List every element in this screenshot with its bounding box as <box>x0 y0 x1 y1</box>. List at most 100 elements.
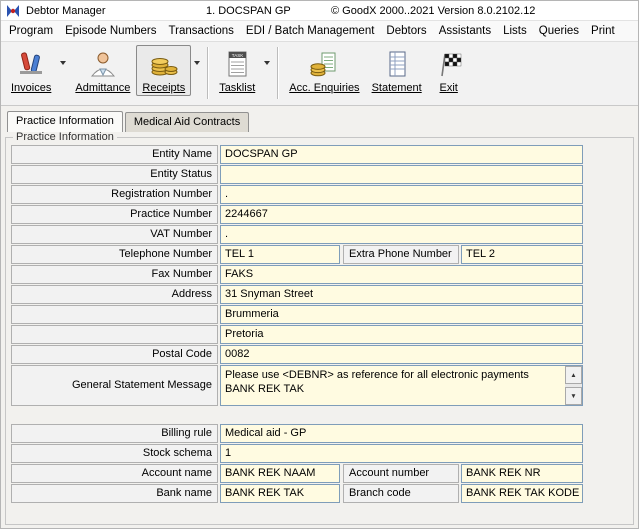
fax-number-label: Fax Number <box>11 265 218 284</box>
tasklist-button[interactable]: TASK Tasklist <box>213 45 261 96</box>
menu-edi-batch-management[interactable]: EDI / Batch Management <box>240 22 380 40</box>
bank-name-label: Bank name <box>11 484 218 503</box>
form-row: Bank name BANK REK TAK Branch code BANK … <box>11 484 633 503</box>
form-row: Registration Number . <box>11 185 633 204</box>
arrow-up-icon: ▲ <box>570 371 577 379</box>
acc-enquiries-button[interactable]: Acc. Enquiries <box>283 45 365 96</box>
invoices-icon <box>16 48 46 80</box>
registration-number-field[interactable]: . <box>220 185 583 204</box>
menu-program[interactable]: Program <box>3 22 59 40</box>
svg-text:TASK: TASK <box>232 53 243 58</box>
admittance-label: Admittance <box>75 82 131 94</box>
app-logo-icon <box>7 5 19 17</box>
entity-name-field[interactable]: DOCSPAN GP <box>220 145 583 164</box>
titlebar: Debtor Manager 1. DOCSPAN GP © GoodX 200… <box>1 1 638 21</box>
fax-number-field[interactable]: FAKS <box>220 265 583 284</box>
form-row: Billing rule Medical aid - GP <box>11 424 633 443</box>
practice-number-field[interactable]: 2244667 <box>220 205 583 224</box>
menu-print[interactable]: Print <box>585 22 621 40</box>
menu-episode-numbers[interactable]: Episode Numbers <box>59 22 162 40</box>
postal-code-field[interactable]: 0082 <box>220 345 583 364</box>
address-line2-field[interactable]: Brummeria <box>220 305 583 324</box>
tab-practice-information[interactable]: Practice Information <box>7 111 123 132</box>
address-label: Address <box>11 285 218 304</box>
account-name-field[interactable]: BANK REK NAAM <box>220 464 340 483</box>
admittance-button[interactable]: Admittance <box>69 45 136 96</box>
form-row: General Statement Message Please use <DE… <box>11 365 633 406</box>
billing-rule-field[interactable]: Medical aid - GP <box>220 424 583 443</box>
entity-name-label: Entity Name <box>11 145 218 164</box>
receipts-button[interactable]: Receipts <box>136 45 192 96</box>
form-row: Address 31 Snyman Street <box>11 285 633 304</box>
menubar: Program Episode Numbers Transactions EDI… <box>1 21 638 42</box>
form-row: Postal Code 0082 <box>11 345 633 364</box>
address-line1-field[interactable]: 31 Snyman Street <box>220 285 583 304</box>
form-row: Entity Status <box>11 165 633 184</box>
invoices-button[interactable]: Invoices <box>5 45 57 96</box>
invoices-label: Invoices <box>11 82 52 94</box>
stock-schema-label: Stock schema <box>11 444 218 463</box>
address-line3-field[interactable]: Pretoria <box>220 325 583 344</box>
receipts-dropdown-button[interactable] <box>191 45 203 81</box>
vat-number-field[interactable]: . <box>220 225 583 244</box>
toolbar-separator <box>207 47 210 99</box>
registration-number-label: Registration Number <box>11 185 218 204</box>
app-title: Debtor Manager <box>26 5 106 17</box>
vat-number-label: VAT Number <box>11 225 218 244</box>
invoices-dropdown-button[interactable] <box>57 45 69 81</box>
menu-debtors[interactable]: Debtors <box>380 22 432 40</box>
scroll-down-button[interactable]: ▼ <box>565 387 582 405</box>
stock-schema-field[interactable]: 1 <box>220 444 583 463</box>
bank-name-field[interactable]: BANK REK TAK <box>220 484 340 503</box>
general-statement-message-field[interactable]: Please use <DEBNR> as reference for all … <box>220 365 583 406</box>
admittance-icon <box>88 48 118 80</box>
menu-lists[interactable]: Lists <box>497 22 533 40</box>
form-row: Pretoria <box>11 325 633 344</box>
form-row: Stock schema 1 <box>11 444 633 463</box>
account-number-label: Account number <box>343 464 459 483</box>
statement-message-scrollbar[interactable]: ▲ ▼ <box>565 366 582 405</box>
extra-phone-number-field[interactable]: TEL 2 <box>461 245 583 264</box>
chevron-down-icon <box>194 61 201 65</box>
menu-transactions[interactable]: Transactions <box>163 22 240 40</box>
telephone-number-label: Telephone Number <box>11 245 218 264</box>
groupbox-legend: Practice Information <box>16 131 114 143</box>
billing-rule-label: Billing rule <box>11 424 218 443</box>
statement-message-line2: BANK REK TAK <box>225 383 305 395</box>
exit-button[interactable]: Exit <box>428 45 470 96</box>
statement-button[interactable]: Statement <box>366 45 428 96</box>
acc-enquiries-label: Acc. Enquiries <box>289 82 360 94</box>
account-number-field[interactable]: BANK REK NR <box>461 464 583 483</box>
address-label-spacer <box>11 305 218 324</box>
tab-strip: Practice Information Medical Aid Contrac… <box>1 106 638 132</box>
menu-assistants[interactable]: Assistants <box>433 22 497 40</box>
address-label-spacer <box>11 325 218 344</box>
statement-label: Statement <box>371 82 422 94</box>
scroll-up-button[interactable]: ▲ <box>565 366 582 384</box>
practice-number-label: Practice Number <box>11 205 218 224</box>
account-name-label: Account name <box>11 464 218 483</box>
form-row: VAT Number . <box>11 225 633 244</box>
branch-code-field[interactable]: BANK REK TAK KODE <box>461 484 583 503</box>
toolbar: Invoices Admittance Receipts TASK Taskli… <box>1 42 638 106</box>
entity-status-field[interactable] <box>220 165 583 184</box>
telephone-number-field[interactable]: TEL 1 <box>220 245 340 264</box>
tasklist-dropdown-button[interactable] <box>261 45 273 81</box>
form-row: Fax Number FAKS <box>11 265 633 284</box>
tasklist-icon: TASK <box>222 48 252 80</box>
practice-information-groupbox: Practice Information Entity Name DOCSPAN… <box>5 131 634 525</box>
tasklist-label: Tasklist <box>219 82 256 94</box>
receipts-label: Receipts <box>142 82 186 94</box>
titlebar-version: © GoodX 2000..2021 Version 8.0.2102.12 <box>331 5 536 17</box>
tab-medical-aid-contracts[interactable]: Medical Aid Contracts <box>124 112 250 132</box>
menu-queries[interactable]: Queries <box>533 22 585 40</box>
general-statement-message-label: General Statement Message <box>11 365 218 406</box>
postal-code-label: Postal Code <box>11 345 218 364</box>
arrow-down-icon: ▼ <box>570 392 577 400</box>
exit-icon <box>434 48 464 80</box>
form-row: Account name BANK REK NAAM Account numbe… <box>11 464 633 483</box>
statement-icon <box>382 48 412 80</box>
exit-label: Exit <box>439 82 458 94</box>
form-row: Practice Number 2244667 <box>11 205 633 224</box>
